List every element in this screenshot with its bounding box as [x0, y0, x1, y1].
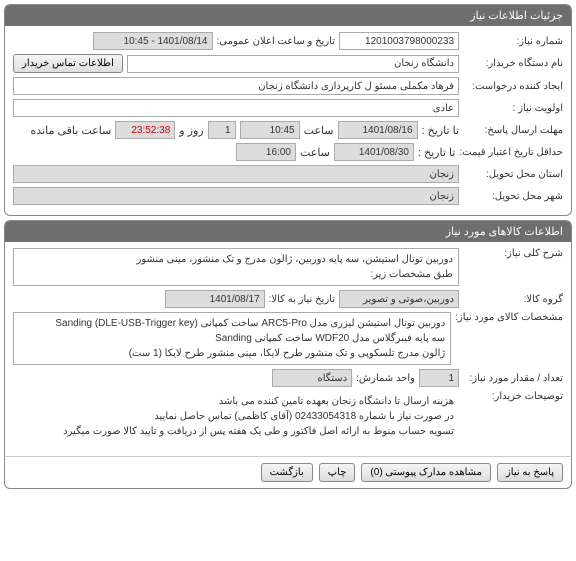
qty: 1	[419, 369, 459, 387]
attachments-button[interactable]: مشاهده مدارک پیوستی (0)	[361, 463, 491, 482]
creator-label: ایجاد کننده درخواست:	[463, 81, 563, 92]
deadline-date: 1401/08/16	[338, 121, 418, 139]
need-no: 1201003798000233	[339, 32, 459, 50]
spec-label: مشخصات کالای مورد نیاز:	[455, 312, 563, 323]
buyer-notes-label: توضیحات خریدار:	[463, 391, 563, 402]
validity-label: حداقل تاریخ اعتبار قیمت:	[459, 147, 563, 158]
pub-date-label: تاریخ و ساعت اعلان عمومی:	[217, 36, 336, 47]
qty-label: تعداد / مقدار مورد نیاز:	[463, 373, 563, 384]
need-by: 1401/08/17	[165, 290, 265, 308]
validity-time: 16:00	[236, 143, 296, 161]
back-button[interactable]: بازگشت	[261, 463, 313, 482]
buyer-notes: هزینه ارسال تا دانشگاه زنجان بعهده تامین…	[13, 391, 459, 442]
buyer-contact-button[interactable]: اطلاعات تماس خریدار	[13, 54, 123, 73]
group-label: گروه کالا:	[463, 294, 563, 305]
unit-label: واحد شمارش:	[356, 373, 415, 384]
dest-city: زنجان	[13, 187, 459, 205]
action-bar: پاسخ به نیاز مشاهده مدارک پیوستی (0) چاپ…	[5, 456, 571, 488]
to-date-label: تا تاریخ :	[422, 124, 459, 137]
remaining-label: ساعت باقی مانده	[31, 124, 112, 137]
general-desc: دوربین توتال استیشن، سه پایه دوربین، ژال…	[13, 248, 459, 286]
dest-province: زنجان	[13, 165, 459, 183]
need-no-label: شماره نیاز:	[463, 36, 563, 47]
priority: عادی	[13, 99, 459, 117]
print-button[interactable]: چاپ	[319, 463, 356, 482]
time-label-1: ساعت	[304, 124, 334, 137]
reply-button[interactable]: پاسخ به نیاز	[497, 463, 563, 482]
group: دوربین،صوتی و تصویر	[339, 290, 459, 308]
dest-city-label: شهر محل تحویل:	[463, 191, 563, 202]
deadline-time: 10:45	[240, 121, 300, 139]
buyer-org-label: نام دستگاه خریدار:	[463, 58, 563, 69]
time-label-2: ساعت	[300, 146, 330, 159]
creator: فرهاد مکملی مسئو ل کارپردازی دانشگاه زنج…	[13, 77, 459, 95]
deadline-label: مهلت ارسال پاسخ:	[463, 125, 563, 136]
validity-date: 1401/08/30	[334, 143, 414, 161]
goods-body: شرح کلی نیاز: دوربین توتال استیشن، سه پا…	[5, 242, 571, 452]
countdown: 23:52:38	[115, 121, 175, 139]
goods-title: اطلاعات کالاهای مورد نیاز	[5, 221, 571, 242]
need-details-body: شماره نیاز: 1201003798000233 تاریخ و ساع…	[5, 26, 571, 215]
unit: دستگاه	[272, 369, 352, 387]
dest-province-label: استان محل تحویل:	[463, 169, 563, 180]
days-remaining: 1	[208, 121, 236, 139]
priority-label: اولویت نیاز :	[463, 103, 563, 114]
pub-date: 1401/08/14 - 10:45	[93, 32, 213, 50]
goods-panel: اطلاعات کالاهای مورد نیاز شرح کلی نیاز: …	[4, 220, 572, 489]
general-desc-label: شرح کلی نیاز:	[463, 248, 563, 259]
spec: دوربین توتال استیشن لیزری مدل ARC5-Pro س…	[13, 312, 451, 365]
to-date-label-2: تا تاریخ :	[418, 146, 455, 159]
days-label: روز و	[179, 124, 203, 137]
need-details-panel: جزئیات اطلاعات نیاز شماره نیاز: 12010037…	[4, 4, 572, 216]
need-details-title: جزئیات اطلاعات نیاز	[5, 5, 571, 26]
buyer-org: دانشگاه زنجان	[127, 55, 459, 73]
need-by-label: تاریخ نیاز به کالا:	[269, 294, 335, 305]
